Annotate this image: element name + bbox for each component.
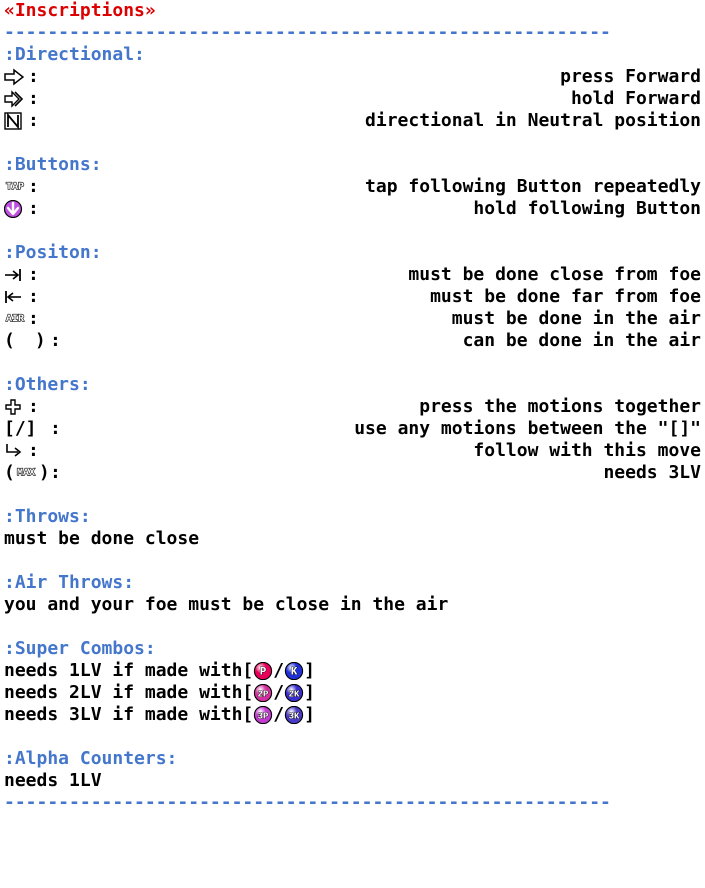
section-alphacounters-note: needs 1LV [4, 770, 705, 792]
button-ball-3p-icon: 3P [253, 706, 273, 724]
section-position-header: :Positon: [4, 242, 705, 264]
hold-arrow-down-purple-icon [4, 200, 28, 218]
follow-arrow-icon [4, 442, 28, 460]
legend-row: ():can be done in the air [4, 330, 705, 352]
legend-description: needs 3LV [62, 462, 705, 484]
legend-description: directional in Neutral position [40, 110, 705, 132]
close-range-icon [4, 266, 28, 284]
combo-sep: / [273, 660, 284, 682]
combo-post: ] [304, 704, 315, 726]
air-optional-icon: () [4, 330, 50, 352]
combo-post: ] [304, 682, 315, 704]
section-directional-header: :Directional: [4, 44, 705, 66]
super-combo-line: needs 1LV if made with[ P / K] [4, 660, 705, 682]
colon-separator: : [28, 110, 40, 132]
legend-description: press the motions together [40, 396, 705, 418]
legend-row: [/]:use any motions between the "[]" [4, 418, 705, 440]
svg-text:2P: 2P [258, 690, 269, 700]
button-ball-3k-icon: 3K [284, 706, 304, 724]
svg-text:P: P [260, 667, 267, 679]
colon-separator: : [28, 66, 40, 88]
combo-pre: needs 2LV if made with[ [4, 682, 253, 704]
legend-description: can be done in the air [62, 330, 705, 352]
neutral-n-icon [4, 112, 28, 130]
legend-description: use any motions between the "[]" [62, 418, 705, 440]
super-combo-line: needs 3LV if made with[ 3P / 3K] [4, 704, 705, 726]
combo-pre: needs 3LV if made with[ [4, 704, 253, 726]
colon-separator: : [28, 308, 40, 330]
legend-row: :tap following Button repeatedly [4, 176, 705, 198]
title: «Inscriptions» [4, 0, 705, 22]
legend-description: must be done close from foe [40, 264, 705, 286]
section-airthrows-header: :Air Throws: [4, 572, 705, 594]
arrow-right-outline-icon [4, 68, 28, 86]
button-ball-p-icon: P [253, 662, 273, 680]
colon-separator: : [28, 176, 40, 198]
colon-separator: : [50, 330, 62, 352]
hr-bottom: ----------------------------------------… [4, 792, 705, 814]
section-supercombos-header: :Super Combos: [4, 638, 705, 660]
legend-description: must be done far from foe [40, 286, 705, 308]
plus-outline-icon [4, 398, 28, 416]
svg-text:3K: 3K [289, 712, 300, 722]
legend-description: hold following Button [40, 198, 705, 220]
button-ball-k-icon: K [284, 662, 304, 680]
legend-description: follow with this move [40, 440, 705, 462]
arrow-right-double-icon [4, 90, 28, 108]
legend-description: tap following Button repeatedly [40, 176, 705, 198]
air-label-icon [4, 310, 28, 328]
combo-sep: / [273, 704, 284, 726]
legend-row: :must be done far from foe [4, 286, 705, 308]
colon-separator: : [28, 88, 40, 110]
legend-row: ():needs 3LV [4, 462, 705, 484]
svg-text:3P: 3P [258, 712, 269, 722]
section-others-header: :Others: [4, 374, 705, 396]
legend-row: :follow with this move [4, 440, 705, 462]
section-throws-note: must be done close [4, 528, 705, 550]
text-icon: [/] [4, 418, 50, 440]
tap-label-icon [4, 178, 28, 196]
colon-separator: : [28, 440, 40, 462]
colon-separator: : [28, 396, 40, 418]
legend-row: :press the motions together [4, 396, 705, 418]
super-combo-line: needs 2LV if made with[ 2P / 2K] [4, 682, 705, 704]
combo-sep: / [273, 682, 284, 704]
combo-post: ] [304, 660, 315, 682]
colon-separator: : [50, 462, 62, 484]
colon-separator: : [28, 198, 40, 220]
legend-row: :must be done in the air [4, 308, 705, 330]
button-ball-2k-icon: 2K [284, 684, 304, 702]
svg-text:K: K [291, 667, 298, 679]
legend-row: :hold Forward [4, 88, 705, 110]
button-ball-2p-icon: 2P [253, 684, 273, 702]
section-alphacounters-header: :Alpha Counters: [4, 748, 705, 770]
section-throws-header: :Throws: [4, 506, 705, 528]
combo-pre: needs 1LV if made with[ [4, 660, 253, 682]
hr-top: ----------------------------------------… [4, 22, 705, 44]
legend-description: hold Forward [40, 88, 705, 110]
svg-text:2K: 2K [289, 690, 300, 700]
far-range-icon [4, 288, 28, 306]
colon-separator: : [28, 286, 40, 308]
legend-description: must be done in the air [40, 308, 705, 330]
legend-row: :must be done close from foe [4, 264, 705, 286]
legend-row: :directional in Neutral position [4, 110, 705, 132]
section-buttons-header: :Buttons: [4, 154, 705, 176]
legend-row: :hold following Button [4, 198, 705, 220]
colon-separator: : [28, 264, 40, 286]
legend-row: :press Forward [4, 66, 705, 88]
colon-separator: : [50, 418, 62, 440]
max-label-icon: () [4, 462, 50, 484]
legend-description: press Forward [40, 66, 705, 88]
section-airthrows-note: you and your foe must be close in the ai… [4, 594, 705, 616]
